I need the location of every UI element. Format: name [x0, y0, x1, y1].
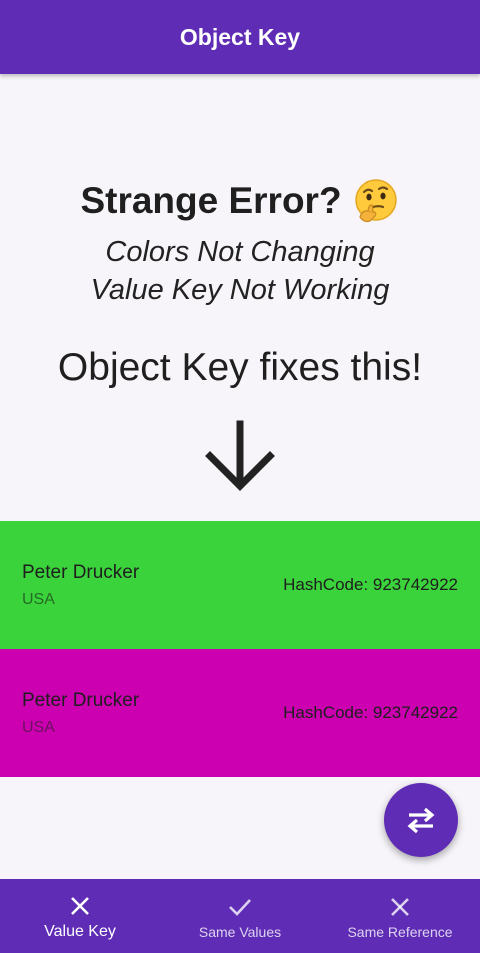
swap-horizontal-icon: [407, 807, 435, 834]
hashcode-label: HashCode: 923742922: [283, 575, 458, 594]
subline-value-key: Value Key Not Working: [90, 274, 390, 306]
check-icon: [229, 899, 251, 916]
headline-text: Strange Error?: [80, 180, 342, 221]
person-card-green: Peter Drucker USA HashCode: 923742922: [0, 521, 480, 649]
bottom-navigation: Value Key Same Values Same Reference: [0, 879, 480, 953]
app-title: Object Key: [179, 23, 301, 50]
nav-label: Same Values: [198, 924, 282, 940]
close-icon: [391, 898, 409, 916]
subline-colors: Colors Not Changing: [105, 236, 375, 268]
person-country: USA: [22, 718, 55, 736]
close-icon: [71, 897, 89, 915]
nav-label: Same Reference: [347, 924, 453, 940]
arrow-down-icon: [205, 420, 275, 491]
person-name: Peter Drucker: [22, 689, 140, 711]
nav-item-same-reference[interactable]: Same Reference: [320, 879, 480, 953]
person-name: Peter Drucker: [22, 561, 140, 583]
swap-button[interactable]: [384, 783, 458, 857]
person-info: Peter Drucker USA: [22, 690, 139, 737]
person-info: Peter Drucker USA: [22, 562, 139, 609]
hashcode-label: HashCode: 923742922: [283, 703, 458, 722]
person-card-magenta: Peter Drucker USA HashCode: 923742922: [0, 649, 480, 777]
nav-label: Value Key: [44, 923, 116, 940]
nav-item-value-key[interactable]: Value Key: [0, 879, 160, 953]
app-bar: Object Key: [0, 0, 480, 74]
headline: Strange Error?: [0, 177, 480, 225]
hero-section: Strange Error? Colors Not Changing Value…: [0, 74, 480, 521]
fixes-text: Object Key fixes this!: [57, 346, 423, 389]
nav-item-same-values[interactable]: Same Values: [160, 879, 320, 953]
thinking-face-icon: [354, 179, 397, 223]
person-country: USA: [22, 590, 55, 608]
